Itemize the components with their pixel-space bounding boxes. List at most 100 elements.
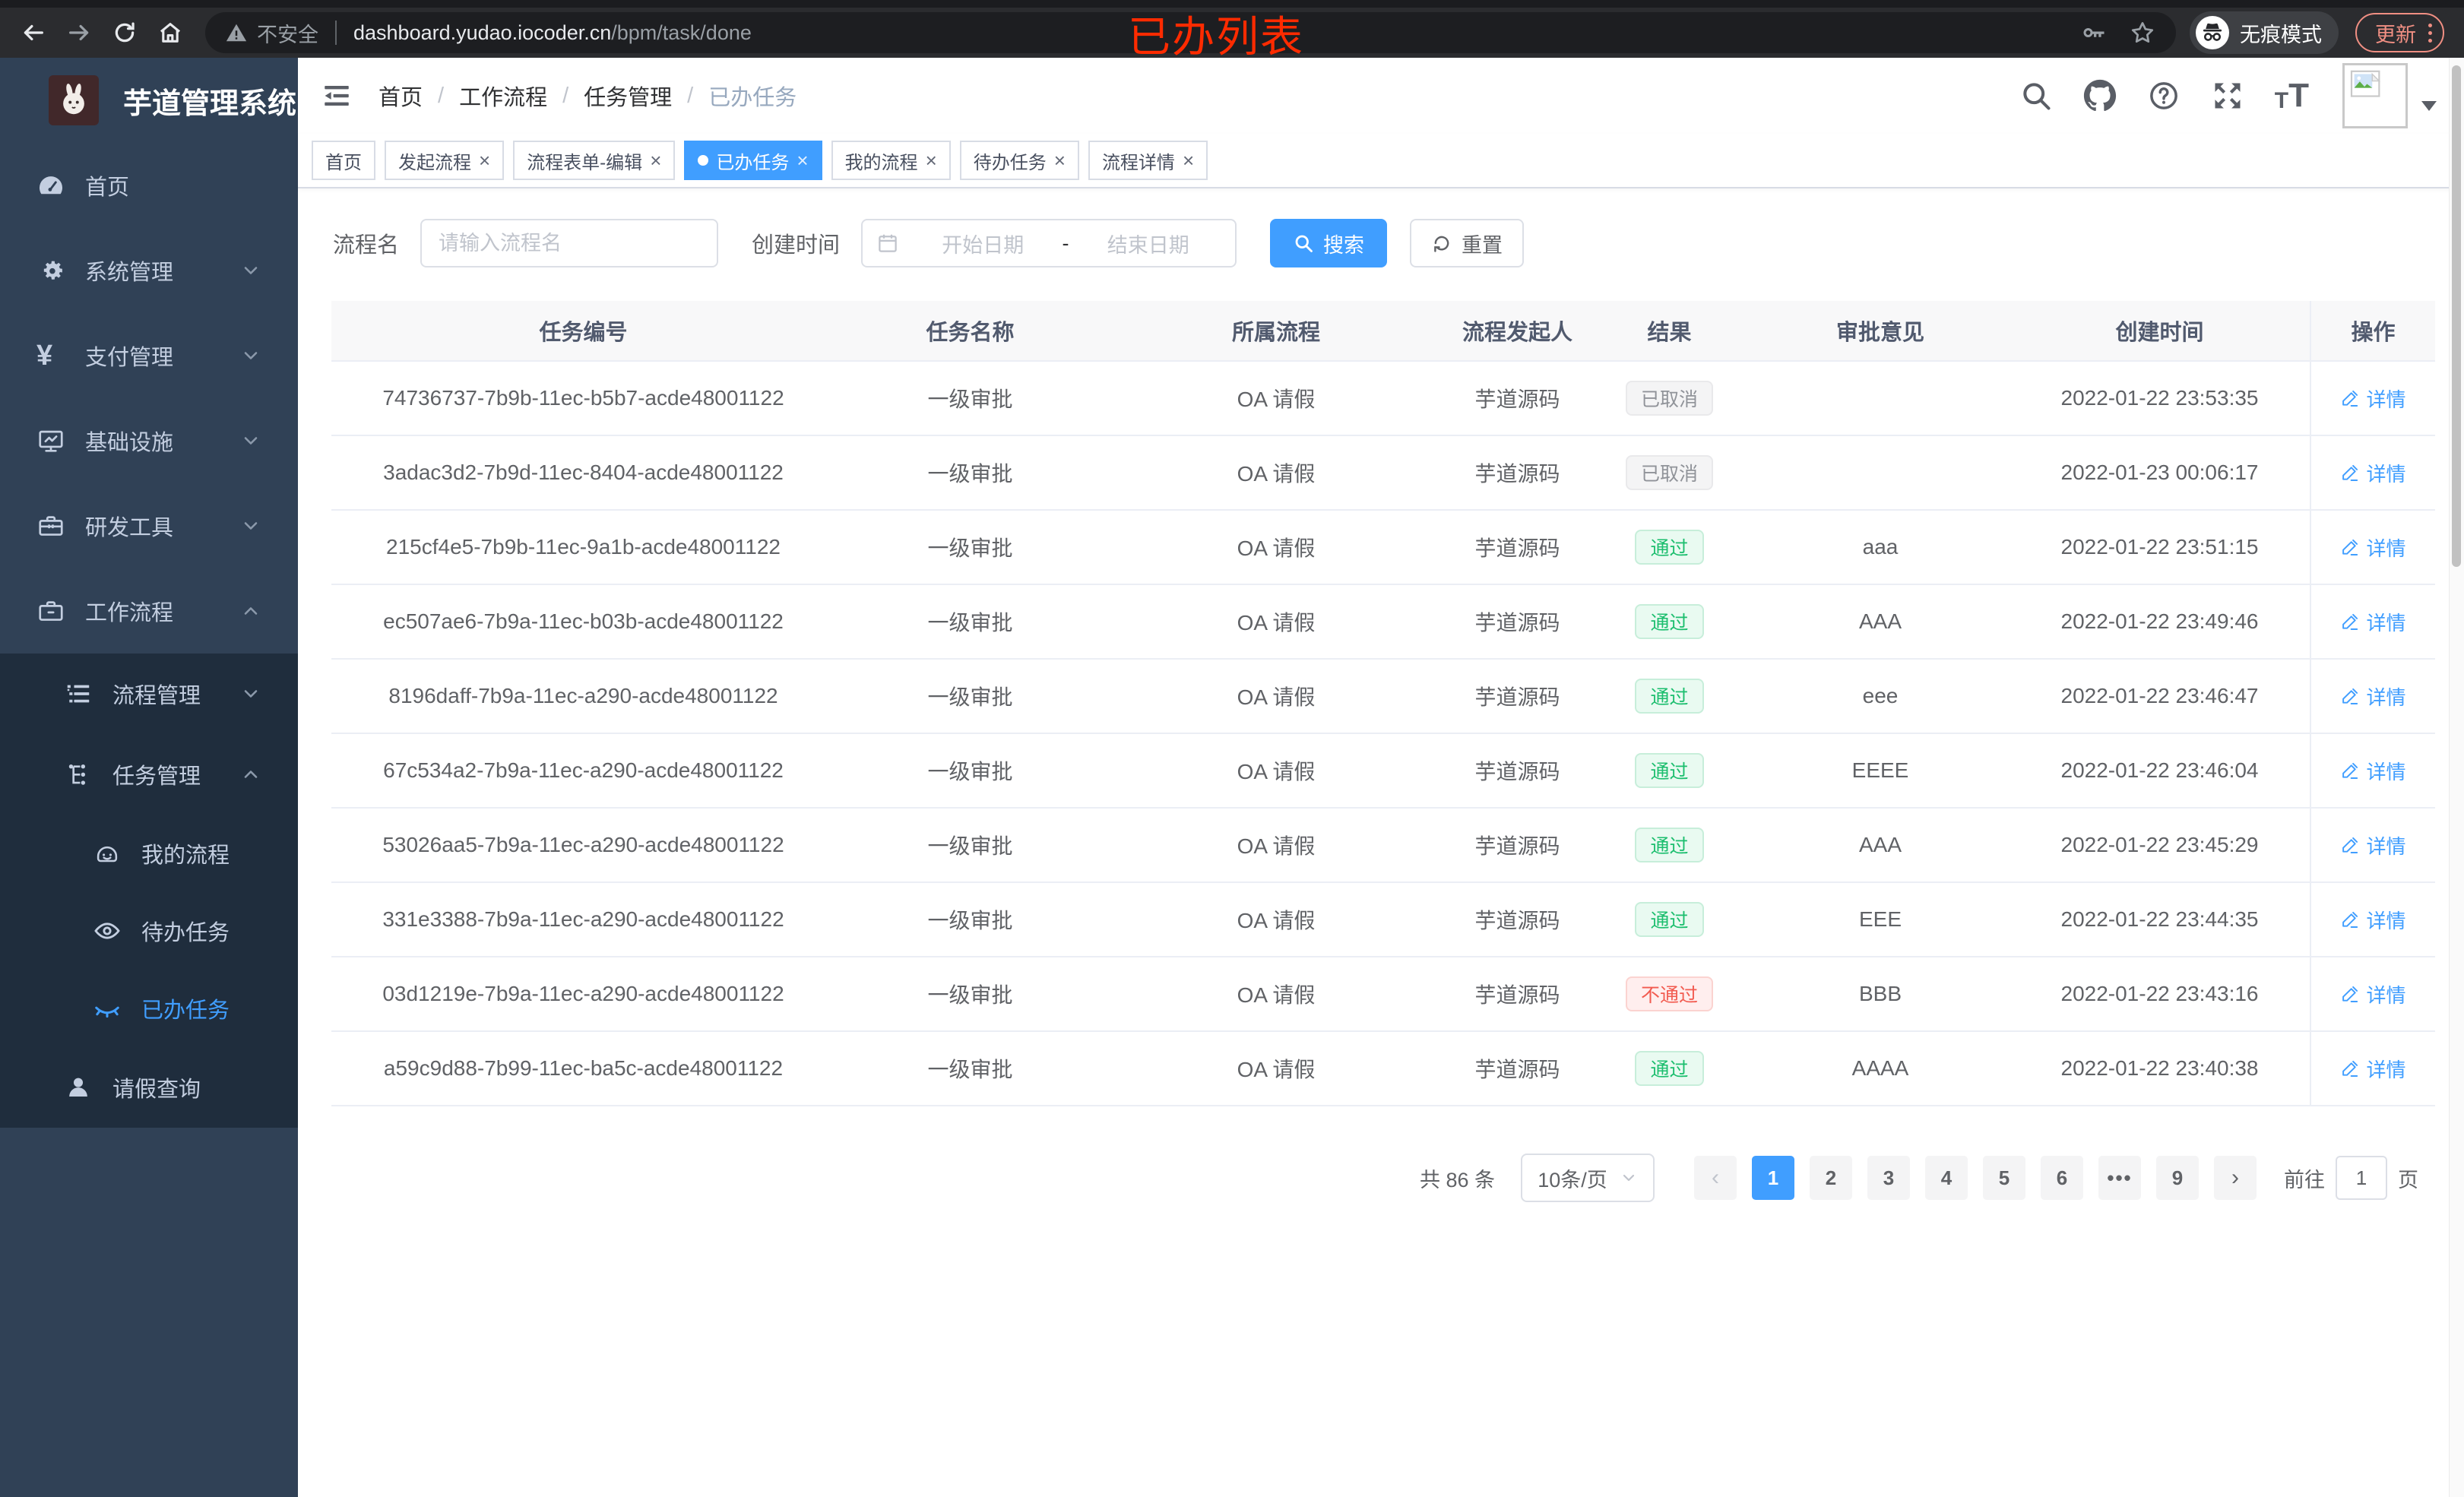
page-size-select[interactable]: 10条/页 bbox=[1521, 1154, 1655, 1202]
status-badge: 通过 bbox=[1635, 679, 1704, 714]
breadcrumb-item[interactable]: 工作流程 bbox=[459, 80, 547, 112]
sidebar-item-infra[interactable]: 基础设施 bbox=[0, 398, 298, 483]
page-button-6[interactable]: 6 bbox=[2041, 1156, 2083, 1200]
edit-icon bbox=[2340, 910, 2360, 929]
tab-start-process[interactable]: 发起流程 × bbox=[385, 141, 505, 180]
bookmark-star-icon[interactable] bbox=[2129, 19, 2156, 46]
page-ellipsis[interactable]: ••• bbox=[2098, 1156, 2141, 1200]
sidebar-item-devtools[interactable]: 研发工具 bbox=[0, 483, 298, 568]
detail-link-label: 详情 bbox=[2366, 834, 2406, 858]
tab-done-task[interactable]: 已办任务 × bbox=[684, 141, 822, 180]
actions-cell: 详情 bbox=[2310, 660, 2435, 733]
detail-link-label: 详情 bbox=[2366, 536, 2406, 560]
browser-forward-button[interactable] bbox=[59, 13, 99, 52]
detail-link-label: 详情 bbox=[2366, 611, 2406, 635]
search-button[interactable]: 搜索 bbox=[1270, 219, 1388, 267]
page-button-1[interactable]: 1 bbox=[1752, 1156, 1794, 1200]
detail-link[interactable]: 详情 bbox=[2340, 757, 2406, 785]
breadcrumb-separator: / bbox=[687, 83, 694, 108]
forward-arrow-icon bbox=[66, 20, 92, 46]
page-button-3[interactable]: 3 bbox=[1867, 1156, 1910, 1200]
actions-cell: 详情 bbox=[2310, 957, 2435, 1030]
edit-icon bbox=[2340, 761, 2360, 780]
sidebar-item-todo-task[interactable]: 待办任务 bbox=[0, 892, 298, 970]
main-content: 首页 / 工作流程 / 任务管理 / 已办任务 TT 首页 发起流程 × 流程表单-编辑 × 已办任务… bbox=[298, 58, 2464, 1497]
process-name-input[interactable] bbox=[420, 219, 719, 267]
font-size-icon[interactable]: TT bbox=[2275, 79, 2309, 112]
chevron-down-icon bbox=[1620, 1169, 1638, 1187]
help-icon[interactable] bbox=[2147, 79, 2181, 112]
avatar-caret-icon[interactable] bbox=[2421, 100, 2437, 111]
status-badge: 通过 bbox=[1635, 604, 1704, 639]
sidebar-item-workflow[interactable]: 工作流程 bbox=[0, 568, 298, 654]
browser-update-button[interactable]: 更新 bbox=[2355, 13, 2444, 52]
tab-home[interactable]: 首页 bbox=[312, 141, 375, 180]
tab-close-icon[interactable]: × bbox=[1054, 150, 1066, 170]
detail-link[interactable]: 详情 bbox=[2340, 385, 2406, 413]
table-row: 3adac3d2-7b9d-11ec-8404-acde48001122 一级审批… bbox=[331, 436, 2435, 511]
breadcrumb-item[interactable]: 任务管理 bbox=[584, 80, 672, 112]
tab-process-detail[interactable]: 流程详情 × bbox=[1088, 141, 1208, 180]
page-button-2[interactable]: 2 bbox=[1810, 1156, 1852, 1200]
fullscreen-icon[interactable] bbox=[2211, 79, 2244, 112]
detail-link[interactable]: 详情 bbox=[2340, 906, 2406, 934]
sidebar-item-label: 待办任务 bbox=[141, 921, 230, 945]
sidebar-item-payment[interactable]: ¥ 支付管理 bbox=[0, 313, 298, 398]
page-button-9[interactable]: 9 bbox=[2156, 1156, 2199, 1200]
reset-button[interactable]: 重置 bbox=[1410, 219, 1525, 267]
browser-reload-button[interactable] bbox=[105, 13, 144, 52]
table-row: 74736737-7b9b-11ec-b5b7-acde48001122 一级审批… bbox=[331, 362, 2435, 436]
goto-page-input[interactable] bbox=[2336, 1156, 2387, 1200]
incognito-label: 无痕模式 bbox=[2240, 23, 2322, 46]
next-page-button[interactable]: › bbox=[2214, 1156, 2257, 1200]
detail-link[interactable]: 详情 bbox=[2340, 980, 2406, 1008]
scrollbar-thumb[interactable] bbox=[2452, 65, 2461, 567]
tab-label: 首页 bbox=[325, 152, 362, 173]
avatar[interactable] bbox=[2342, 63, 2408, 128]
sidebar-collapse-icon[interactable] bbox=[321, 80, 353, 112]
tab-close-icon[interactable]: × bbox=[797, 150, 808, 170]
browser-back-button[interactable] bbox=[14, 13, 53, 52]
browser-home-button[interactable] bbox=[150, 13, 190, 52]
detail-link[interactable]: 详情 bbox=[2340, 682, 2406, 711]
sidebar-item-system[interactable]: 系统管理 bbox=[0, 228, 298, 313]
sidebar-item-leave-query[interactable]: 请假查询 bbox=[0, 1047, 298, 1128]
goto-suffix: 页 bbox=[2398, 1168, 2418, 1192]
page-button-5[interactable]: 5 bbox=[1983, 1156, 2025, 1200]
detail-link[interactable]: 详情 bbox=[2340, 1055, 2406, 1083]
detail-link[interactable]: 详情 bbox=[2340, 831, 2406, 859]
github-icon[interactable] bbox=[2083, 79, 2117, 112]
sidebar-item-done-task[interactable]: 已办任务 bbox=[0, 970, 298, 1047]
tab-form-edit[interactable]: 流程表单-编辑 × bbox=[513, 141, 676, 180]
breadcrumb-item[interactable]: 首页 bbox=[378, 80, 423, 112]
tab-my-process[interactable]: 我的流程 × bbox=[831, 141, 951, 180]
tab-close-icon[interactable]: × bbox=[650, 150, 661, 170]
tab-close-icon[interactable]: × bbox=[479, 150, 490, 170]
sidebar-item-process-mgmt[interactable]: 流程管理 bbox=[0, 654, 298, 734]
table-row: 67c534a2-7b9a-11ec-a290-acde48001122 一级审批… bbox=[331, 734, 2435, 809]
task-name-cell: 一级审批 bbox=[927, 685, 1013, 709]
sidebar-item-my-process[interactable]: 我的流程 bbox=[0, 815, 298, 892]
password-key-icon[interactable] bbox=[2080, 19, 2108, 46]
tab-close-icon[interactable]: × bbox=[1183, 150, 1194, 170]
detail-link[interactable]: 详情 bbox=[2340, 533, 2406, 562]
page-button-4[interactable]: 4 bbox=[1925, 1156, 1968, 1200]
sidebar-item-label: 系统管理 bbox=[85, 261, 174, 285]
detail-link[interactable]: 详情 bbox=[2340, 608, 2406, 636]
pagination-total: 共 86 条 bbox=[1419, 1168, 1495, 1192]
process-cell: OA 请假 bbox=[1237, 536, 1316, 560]
actions-cell: 详情 bbox=[2310, 585, 2435, 658]
prev-page-button[interactable]: ‹ bbox=[1694, 1156, 1737, 1200]
tab-label: 发起流程 bbox=[398, 152, 471, 173]
browser-menu-icon[interactable] bbox=[2428, 23, 2432, 43]
date-range-picker[interactable]: 开始日期 - 结束日期 bbox=[861, 219, 1237, 267]
edit-icon bbox=[2340, 984, 2360, 1004]
tab-todo-task[interactable]: 待办任务 × bbox=[959, 141, 1079, 180]
chevron-up-icon bbox=[240, 600, 261, 622]
page-scrollbar[interactable] bbox=[2449, 58, 2464, 1497]
tab-close-icon[interactable]: × bbox=[926, 150, 937, 170]
sidebar-item-home[interactable]: 首页 bbox=[0, 143, 298, 228]
detail-link[interactable]: 详情 bbox=[2340, 459, 2406, 487]
search-icon[interactable] bbox=[2019, 79, 2053, 112]
sidebar-item-task-mgmt[interactable]: 任务管理 bbox=[0, 734, 298, 815]
